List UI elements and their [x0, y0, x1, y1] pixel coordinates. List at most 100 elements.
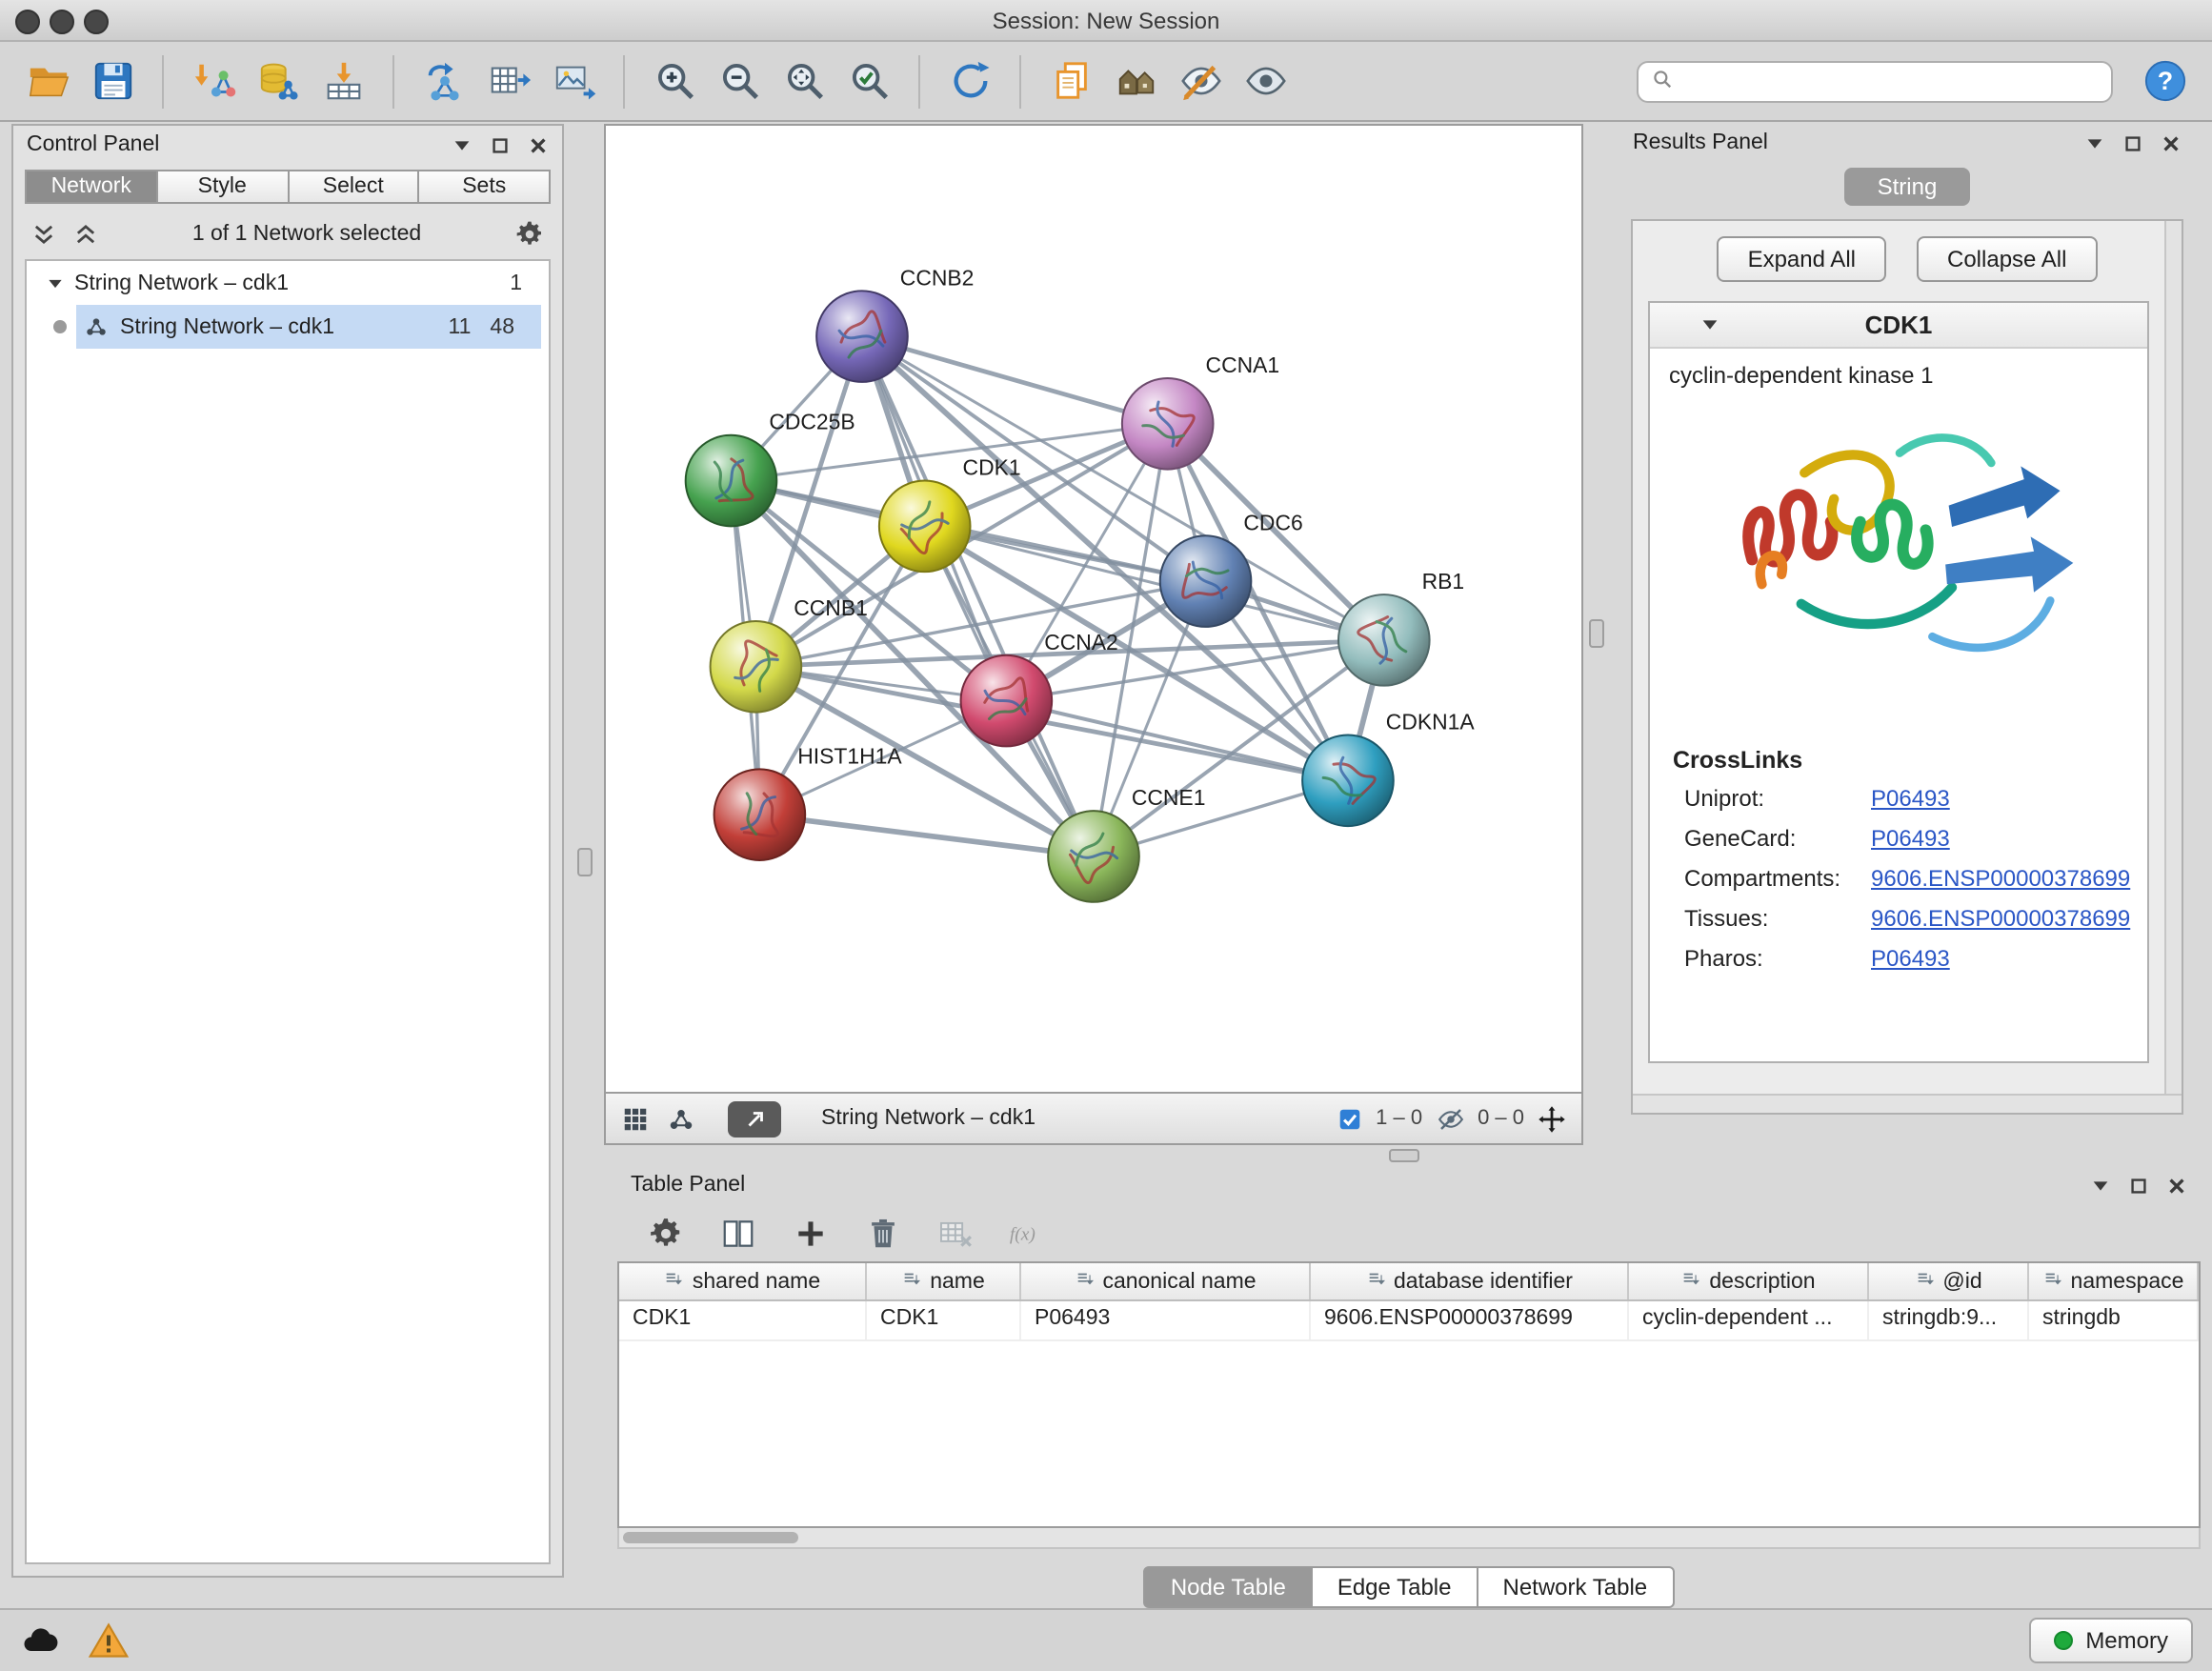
- right-splitter-handle[interactable]: [1589, 619, 1604, 648]
- collapse-gene-icon[interactable]: [1699, 314, 1720, 335]
- bottom-splitter-handle[interactable]: [1389, 1149, 1419, 1162]
- add-column-icon[interactable]: [789, 1212, 831, 1254]
- cell-name[interactable]: CDK1: [867, 1301, 1021, 1339]
- birds-eye-view-icon[interactable]: [667, 1104, 695, 1133]
- memory-button[interactable]: Memory: [2028, 1618, 2193, 1663]
- network-node-CCNA1[interactable]: [1122, 378, 1214, 470]
- collapse-all-button[interactable]: Collapse All: [1917, 236, 2097, 282]
- first-neighbors-icon[interactable]: [1107, 52, 1164, 110]
- warning-icon[interactable]: [88, 1620, 130, 1661]
- cell-canonical-name[interactable]: P06493: [1021, 1301, 1311, 1339]
- network-collection-row[interactable]: String Network – cdk1 1: [27, 261, 549, 305]
- network-edge-CCNA2-CDKN1A[interactable]: [1006, 701, 1348, 781]
- network-node-CDK1[interactable]: [879, 481, 971, 573]
- uniprot-link[interactable]: P06493: [1871, 785, 1950, 812]
- column-header-description[interactable]: description: [1629, 1263, 1869, 1299]
- import-table-icon[interactable]: [314, 52, 372, 110]
- column-header-shared-name[interactable]: shared name: [619, 1263, 867, 1299]
- apply-layout-icon[interactable]: [941, 52, 998, 110]
- cloud-status-icon[interactable]: [19, 1620, 61, 1661]
- expand-all-networks-icon[interactable]: [29, 219, 59, 250]
- collapse-panel-icon[interactable]: [2084, 132, 2105, 153]
- cell-namespace[interactable]: stringdb: [2029, 1301, 2199, 1339]
- detach-view-button[interactable]: [728, 1100, 781, 1137]
- network-node-CCNA2[interactable]: [961, 655, 1053, 747]
- tab-style[interactable]: Style: [158, 170, 290, 204]
- cell-database-identifier[interactable]: 9606.ENSP00000378699: [1311, 1301, 1629, 1339]
- zoom-out-icon[interactable]: [711, 52, 768, 110]
- tab-sets[interactable]: Sets: [420, 170, 552, 204]
- gene-card-header[interactable]: CDK1: [1650, 303, 2147, 349]
- import-network-file-icon[interactable]: [185, 52, 242, 110]
- network-options-gear-icon[interactable]: [513, 217, 547, 252]
- delete-column-icon[interactable]: [861, 1212, 903, 1254]
- results-vertical-scrollbar[interactable]: [2164, 221, 2182, 1094]
- network-node-RB1[interactable]: [1338, 594, 1430, 686]
- genecard-link[interactable]: P06493: [1871, 825, 1950, 852]
- search-input[interactable]: [1684, 70, 2100, 92]
- open-session-icon[interactable]: [19, 52, 76, 110]
- zoom-selected-icon[interactable]: [840, 52, 897, 110]
- tissues-link[interactable]: 9606.ENSP00000378699: [1871, 905, 2130, 932]
- network-node-CCNE1[interactable]: [1048, 811, 1139, 902]
- new-network-icon[interactable]: [415, 52, 473, 110]
- export-table-icon[interactable]: [480, 52, 537, 110]
- cell-id[interactable]: stringdb:9...: [1869, 1301, 2029, 1339]
- fit-selected-icon[interactable]: [1538, 1104, 1566, 1133]
- tree-expand-icon[interactable]: [46, 273, 65, 292]
- table-options-gear-icon[interactable]: [644, 1212, 686, 1254]
- float-panel-icon[interactable]: [2128, 1175, 2149, 1196]
- tab-string[interactable]: String: [1845, 168, 1970, 206]
- cell-shared-name[interactable]: CDK1: [619, 1301, 867, 1339]
- close-panel-icon[interactable]: [528, 134, 549, 155]
- column-header-canonical-name[interactable]: canonical name: [1021, 1263, 1311, 1299]
- zoom-window-button[interactable]: [84, 9, 109, 33]
- network-node-CCNB1[interactable]: [711, 621, 802, 713]
- selected-nodes-checkbox-icon[interactable]: [1337, 1106, 1362, 1131]
- results-horizontal-scrollbar[interactable]: [1633, 1094, 2182, 1113]
- network-node-CDC25B[interactable]: [686, 435, 777, 527]
- network-node-CDC6[interactable]: [1160, 535, 1252, 627]
- tab-node-table[interactable]: Node Table: [1144, 1566, 1313, 1608]
- minimize-window-button[interactable]: [50, 9, 74, 33]
- grid-view-icon[interactable]: [621, 1104, 650, 1133]
- network-canvas[interactable]: CCNB2CCNA1CDC25BCDK1CDC6RB1CCNB1CCNA2CDK…: [604, 124, 1583, 1094]
- compartments-link[interactable]: 9606.ENSP00000378699: [1871, 865, 2130, 892]
- hide-selected-icon[interactable]: [1172, 52, 1229, 110]
- table-row[interactable]: CDK1 CDK1 P06493 9606.ENSP00000378699 cy…: [619, 1301, 2199, 1341]
- hidden-items-eye-icon[interactable]: [1436, 1104, 1464, 1133]
- column-header-database-identifier[interactable]: database identifier: [1311, 1263, 1629, 1299]
- save-session-icon[interactable]: [84, 52, 141, 110]
- fit-content-icon[interactable]: [775, 52, 833, 110]
- network-row-selected[interactable]: String Network – cdk1 11 48: [27, 305, 549, 349]
- expand-all-button[interactable]: Expand All: [1718, 236, 1886, 282]
- tab-edge-table[interactable]: Edge Table: [1313, 1566, 1478, 1608]
- network-node-CDKN1A[interactable]: [1302, 735, 1394, 826]
- export-image-icon[interactable]: [545, 52, 602, 110]
- column-header-namespace[interactable]: namespace: [2029, 1263, 2199, 1299]
- float-panel-icon[interactable]: [490, 134, 511, 155]
- import-network-database-icon[interactable]: [250, 52, 307, 110]
- network-node-HIST1H1A[interactable]: [714, 769, 806, 860]
- close-window-button[interactable]: [15, 9, 40, 33]
- network-node-CCNB2[interactable]: [816, 291, 908, 382]
- scrollbar-thumb[interactable]: [623, 1532, 798, 1543]
- collapse-panel-icon[interactable]: [2090, 1175, 2111, 1196]
- float-panel-icon[interactable]: [2122, 132, 2143, 153]
- collapse-panel-icon[interactable]: [452, 134, 473, 155]
- cell-description[interactable]: cyclin-dependent ...: [1629, 1301, 1869, 1339]
- zoom-in-icon[interactable]: [646, 52, 703, 110]
- table-horizontal-scrollbar[interactable]: [617, 1528, 2201, 1549]
- close-panel-icon[interactable]: [2161, 132, 2182, 153]
- show-all-icon[interactable]: [1237, 52, 1294, 110]
- help-icon[interactable]: ?: [2136, 52, 2193, 110]
- collapse-all-networks-icon[interactable]: [70, 219, 101, 250]
- close-panel-icon[interactable]: [2166, 1175, 2187, 1196]
- tab-select[interactable]: Select: [289, 170, 420, 204]
- show-columns-icon[interactable]: [716, 1212, 758, 1254]
- copy-icon[interactable]: [1042, 52, 1099, 110]
- pharos-link[interactable]: P06493: [1871, 945, 1950, 972]
- left-splitter-handle[interactable]: [577, 848, 593, 876]
- column-header-id[interactable]: @id: [1869, 1263, 2029, 1299]
- network-edge-HIST1H1A-CCNE1[interactable]: [759, 815, 1094, 856]
